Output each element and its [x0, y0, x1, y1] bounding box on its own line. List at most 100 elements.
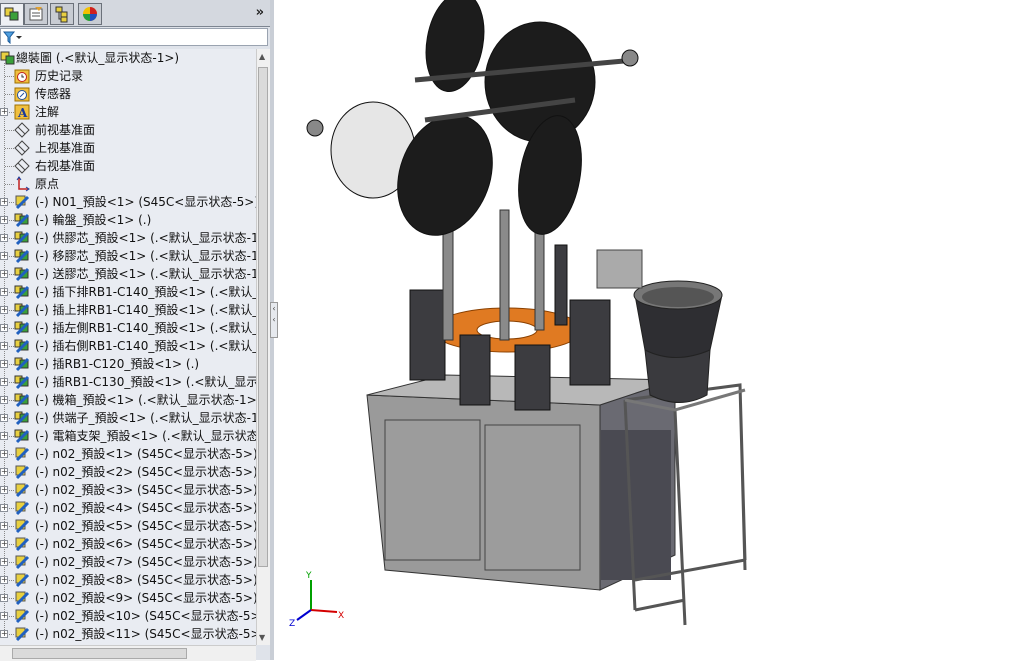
expand-toggle[interactable]: + [0, 450, 8, 458]
svg-text:A: A [17, 106, 28, 120]
tree-item[interactable]: 原点 [0, 175, 256, 193]
expand-toggle[interactable]: + [0, 234, 8, 242]
tree-item-label: 總裝圖 (.<默认_显示状态-1>) [16, 51, 180, 65]
featuremanager-tab[interactable] [0, 3, 24, 25]
assembly-icon [0, 51, 15, 65]
tree-item[interactable]: + (-) 插RB1-C120_預設<1> (.) [0, 355, 256, 373]
expand-toggle[interactable]: + [0, 396, 8, 404]
subassembly-icon [14, 267, 30, 282]
tree-item[interactable]: + (-) n02_預設<11> (S45C<显示状态-5>) [0, 625, 256, 643]
expand-toggle[interactable]: + [0, 252, 8, 260]
part-icon [15, 627, 30, 642]
graphics-viewport[interactable]: Y X Z [275, 0, 1026, 660]
tree-item[interactable]: 上视基准面 [0, 139, 256, 157]
plane-icon [14, 140, 30, 156]
tree-item[interactable]: + (-) 供端子_預設<1> (.<默认_显示状态-1>) [0, 409, 256, 427]
tree-horizontal-scrollbar[interactable] [0, 645, 256, 661]
horizontal-scroll-thumb[interactable] [12, 648, 187, 659]
expand-toggle[interactable]: + [0, 486, 8, 494]
tree-item[interactable]: + (-) 插下排RB1-C140_預設<1> (.<默认_显示状态-1>) [0, 283, 256, 301]
coordinate-triad: Y X Z [289, 571, 344, 629]
appearance-icon [83, 7, 97, 21]
tree-item-label: (-) 插下排RB1-C140_預設<1> (.<默认_显示状态-1>) [35, 285, 256, 299]
tree-item[interactable]: + (-) n02_預設<7> (S45C<显示状态-5>) [0, 553, 256, 571]
tree-item-label: (-) n02_預設<9> (S45C<显示状态-5>) [35, 591, 256, 605]
tree-item[interactable]: + (-) n02_預設<10> (S45C<显示状态-5>) [0, 607, 256, 625]
tree-item[interactable]: + (-) 送膠芯_預設<1> (.<默认_显示状态-1>) [0, 265, 256, 283]
tree-item-label: 右视基准面 [35, 159, 96, 173]
vertical-scroll-thumb[interactable] [258, 67, 268, 567]
expand-panel-button[interactable]: » [256, 5, 264, 20]
expand-toggle[interactable]: + [0, 558, 8, 566]
tree-item-label: (-) n02_預設<4> (S45C<显示状态-5>) [35, 501, 256, 515]
triad-x-label: X [338, 611, 344, 621]
expand-toggle[interactable]: + [0, 594, 8, 602]
scroll-up-arrow[interactable]: ▲ [259, 52, 265, 61]
tree-item[interactable]: + (-) 插右側RB1-C140_預設<1> (.<默认_显示状态-1>) [0, 337, 256, 355]
tree-item[interactable]: + (-) 供膠芯_預設<1> (.<默认_显示状态-1>) [0, 229, 256, 247]
tree-item-label: 原点 [35, 177, 60, 191]
scroll-down-arrow[interactable]: ▼ [259, 633, 265, 642]
configurationmanager-tab[interactable] [50, 3, 74, 25]
subassembly-icon [14, 231, 30, 246]
tree-item[interactable]: + (-) n02_預設<9> (S45C<显示状态-5>) [0, 589, 256, 607]
tree-vertical-scrollbar[interactable]: ▲ ▼ [256, 49, 270, 645]
part-icon [15, 591, 30, 606]
tree-item[interactable]: + (-) 機箱_預設<1> (.<默认_显示状态-1>) [0, 391, 256, 409]
tree-item[interactable]: + (-) n02_預設<3> (S45C<显示状态-5>) [0, 481, 256, 499]
tree-item[interactable]: + (-) 輪盤_預設<1> (.) [0, 211, 256, 229]
expand-toggle[interactable]: + [0, 576, 8, 584]
expand-toggle[interactable]: + [0, 612, 8, 620]
property-icon [29, 7, 43, 21]
tree-item[interactable]: + (-) 插左側RB1-C140_預設<1> (.<默认_显示状态-1>) [0, 319, 256, 337]
tree-item-label: (-) n02_預設<7> (S45C<显示状态-5>) [35, 555, 256, 569]
expand-toggle[interactable]: + [0, 270, 8, 278]
tree-item[interactable]: 前视基准面 [0, 121, 256, 139]
expand-toggle[interactable]: + [0, 378, 8, 386]
propertymanager-tab[interactable] [24, 3, 48, 25]
expand-toggle[interactable]: + [0, 198, 8, 206]
subassembly-icon [14, 249, 30, 264]
tree-item[interactable]: + (-) n02_預設<4> (S45C<显示状态-5>) [0, 499, 256, 517]
expand-toggle[interactable]: + [0, 306, 8, 314]
filter-bar[interactable] [0, 28, 268, 46]
filter-icon[interactable] [3, 31, 23, 44]
tree-item[interactable]: + (-) n02_預設<8> (S45C<显示状态-5>) [0, 571, 256, 589]
expand-toggle[interactable]: + [0, 324, 8, 332]
tree-item[interactable]: + (-) n02_預設<5> (S45C<显示状态-5>) [0, 517, 256, 535]
expand-toggle[interactable]: + [0, 360, 8, 368]
tree-item-label: (-) 供端子_預設<1> (.<默认_显示状态-1>) [35, 411, 256, 425]
tree-item[interactable]: + (-) 移膠芯_預設<1> (.<默认_显示状态-1>) [0, 247, 256, 265]
plane-icon [14, 122, 30, 138]
expand-toggle[interactable]: + [0, 414, 8, 422]
expand-toggle[interactable]: + [0, 504, 8, 512]
expand-toggle[interactable]: + [0, 468, 8, 476]
tree-item[interactable]: + (-) N01_預設<1> (S45C<显示状态-5>) [0, 193, 256, 211]
tree-item[interactable]: + (-) n02_預設<2> (S45C<显示状态-5>) [0, 463, 256, 481]
tree-item[interactable]: 传感器 [0, 85, 256, 103]
tree-item[interactable]: 历史记录 [0, 67, 256, 85]
expand-toggle[interactable]: + [0, 342, 8, 350]
tree-connector [5, 184, 14, 185]
tree-item-label: (-) 送膠芯_預設<1> (.<默认_显示状态-1>) [35, 267, 256, 281]
subassembly-icon [14, 411, 30, 426]
tree-item[interactable]: + (-) 插RB1-C130_預設<1> (.<默认_显示状态-1>) [0, 373, 256, 391]
expand-toggle[interactable]: + [0, 630, 8, 638]
expand-toggle[interactable]: + [0, 216, 8, 224]
tree-item[interactable]: + (-) 插上排RB1-C140_預設<1> (.<默认_显示状态-1>) [0, 301, 256, 319]
expand-toggle[interactable]: + [0, 108, 8, 116]
tree-item-label: (-) n02_預設<10> (S45C<显示状态-5>) [35, 609, 256, 623]
displaymanager-tab[interactable] [78, 3, 102, 25]
expand-toggle[interactable]: + [0, 288, 8, 296]
tree-item[interactable]: + A 注解 [0, 103, 256, 121]
tree-item[interactable]: + (-) n02_預設<1> (S45C<显示状态-5>) [0, 445, 256, 463]
triad-y-label: Y [305, 571, 312, 581]
tree-item-label: 传感器 [35, 87, 72, 101]
expand-toggle[interactable]: + [0, 540, 8, 548]
tree-root-item[interactable]: 總裝圖 (.<默认_显示状态-1>) [0, 49, 256, 67]
tree-item[interactable]: + (-) n02_預設<6> (S45C<显示状态-5>) [0, 535, 256, 553]
expand-toggle[interactable]: + [0, 522, 8, 530]
tree-item[interactable]: + (-) 電箱支架_預設<1> (.<默认_显示状态-1>) [0, 427, 256, 445]
expand-toggle[interactable]: + [0, 432, 8, 440]
tree-item[interactable]: 右视基准面 [0, 157, 256, 175]
